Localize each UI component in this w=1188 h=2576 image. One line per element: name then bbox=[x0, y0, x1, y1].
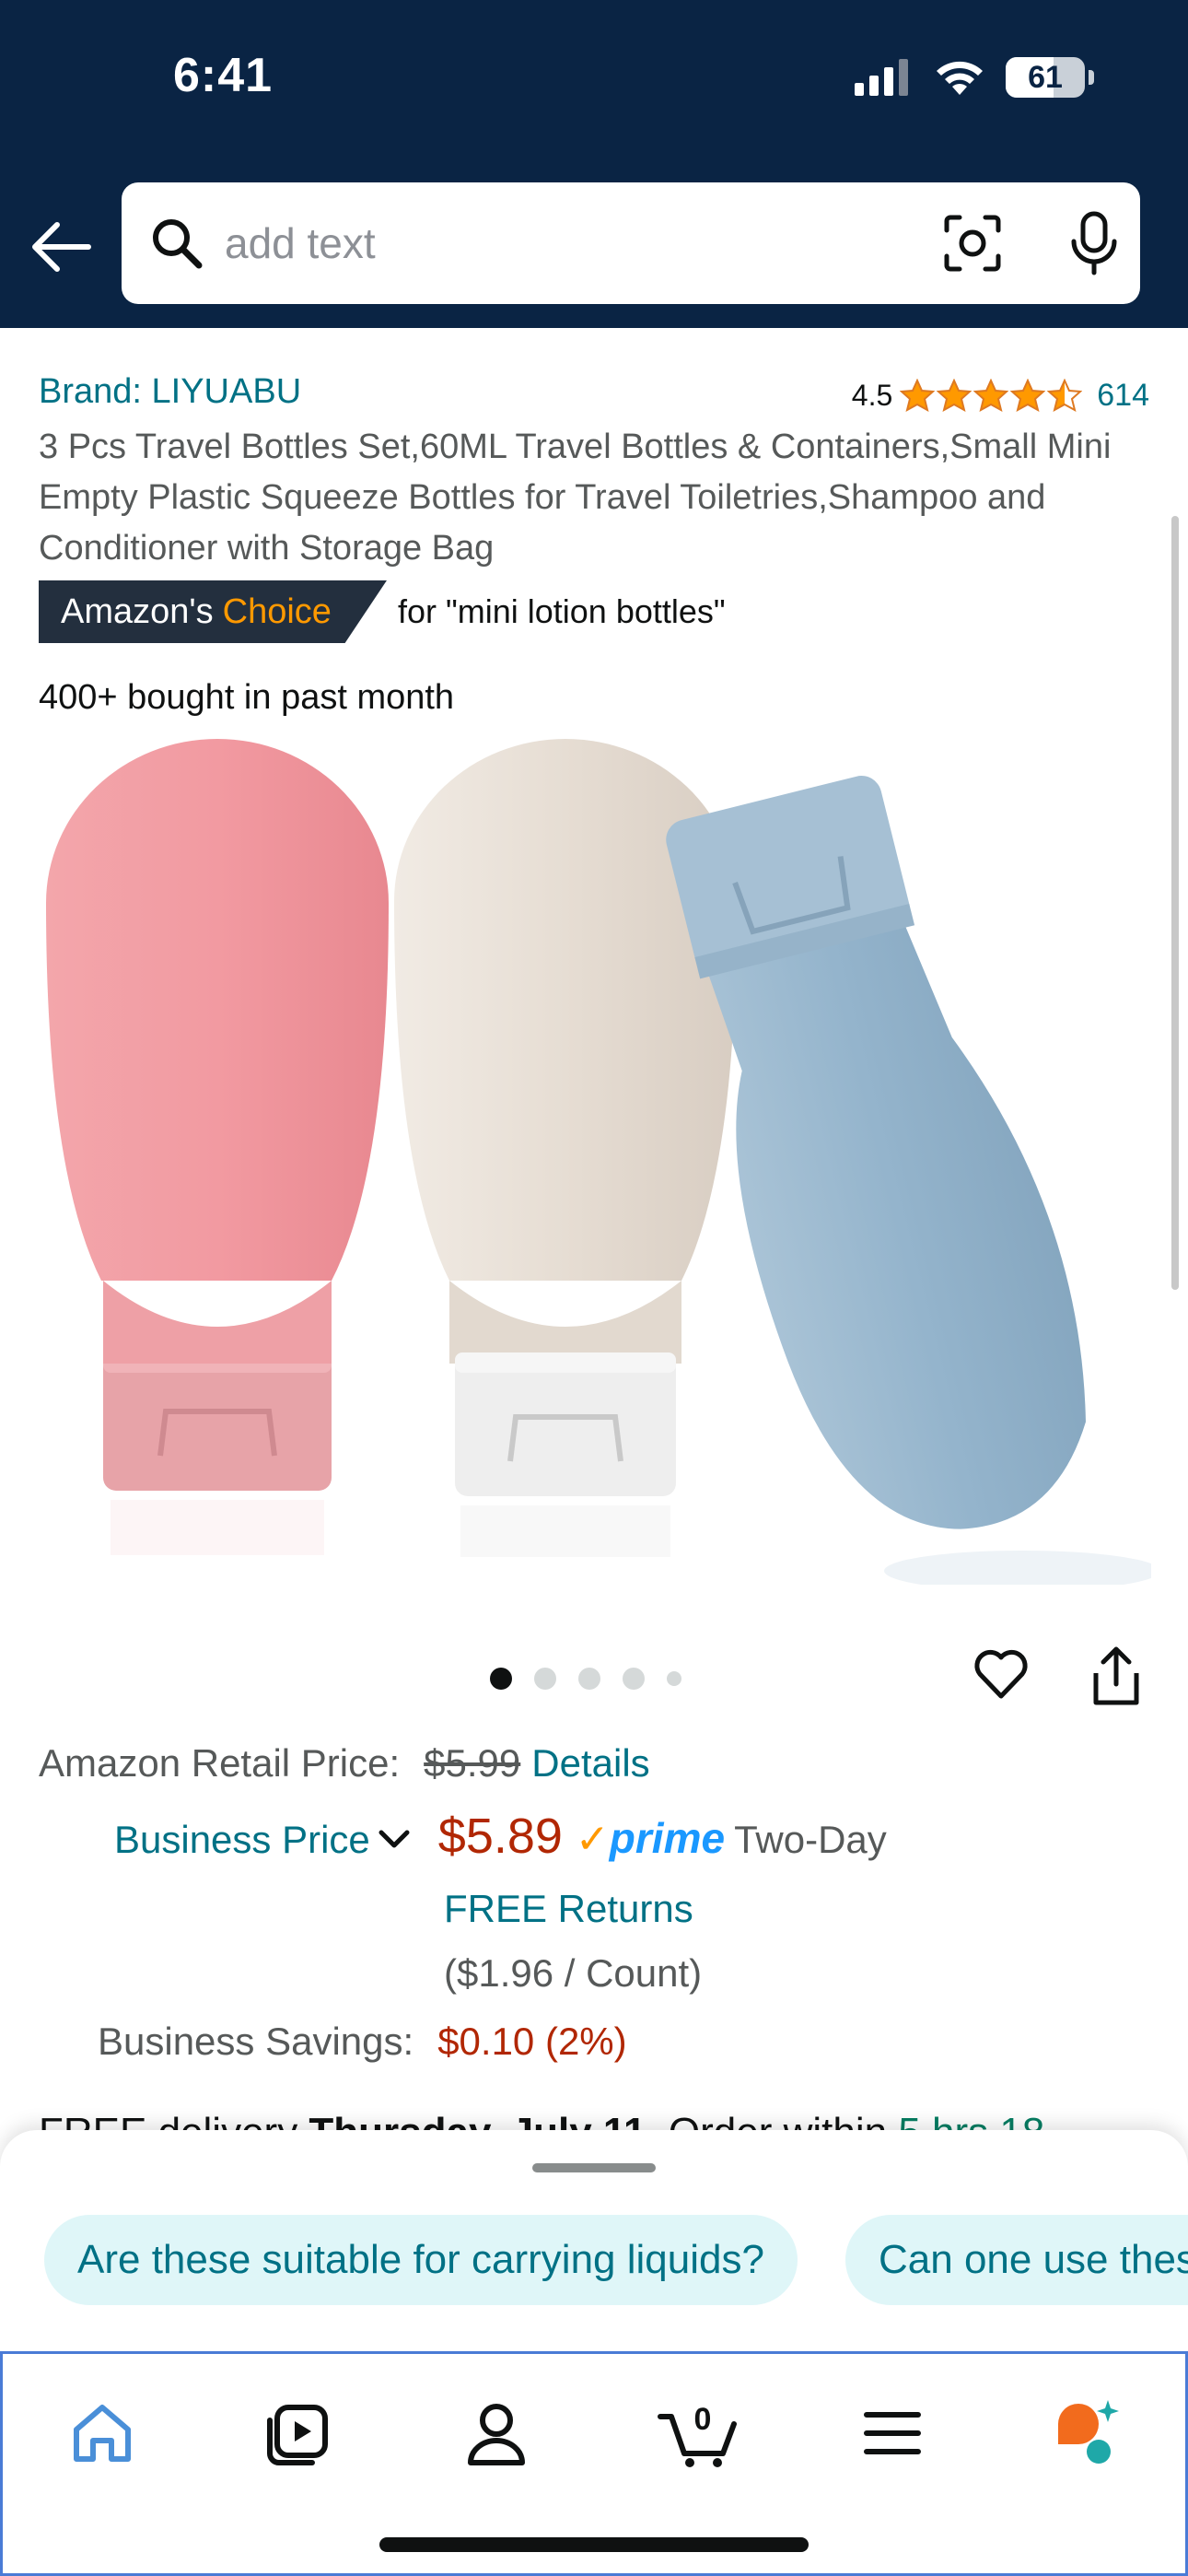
home-icon[interactable] bbox=[65, 2396, 139, 2470]
rating-count[interactable]: 614 bbox=[1097, 378, 1149, 414]
star-icon bbox=[973, 378, 1009, 412]
savings-value: $0.10 (2%) bbox=[437, 2020, 627, 2063]
battery-nub bbox=[1089, 70, 1094, 85]
header: 6:41 61 bbox=[0, 0, 1188, 328]
image-pagination[interactable] bbox=[490, 1668, 681, 1690]
star-icon bbox=[1010, 378, 1046, 412]
choice-word: Choice bbox=[222, 591, 332, 631]
retail-price-value: $5.99 bbox=[424, 1741, 521, 1785]
cart-count: 0 bbox=[694, 2402, 712, 2437]
pagination-dot[interactable] bbox=[667, 1671, 681, 1686]
heart-icon[interactable] bbox=[973, 1645, 1030, 1703]
suggestion-chip[interactable]: Can one use these bbox=[845, 2215, 1188, 2305]
signal-icon bbox=[855, 59, 908, 96]
pagination-dot[interactable] bbox=[578, 1668, 600, 1690]
back-arrow-icon[interactable] bbox=[28, 214, 94, 280]
two-day-label: Two-Day bbox=[734, 1818, 887, 1861]
star-icon bbox=[900, 378, 936, 412]
business-price-value: $5.89 bbox=[437, 1809, 563, 1864]
star-icon bbox=[1047, 378, 1083, 412]
product-image[interactable] bbox=[37, 737, 1151, 1585]
savings-row: Business Savings: $0.10 (2%) bbox=[98, 2020, 627, 2064]
menu-icon[interactable] bbox=[856, 2396, 929, 2470]
rufus-icon[interactable] bbox=[1051, 2396, 1124, 2470]
search-icon bbox=[153, 219, 203, 269]
amazons-choice-badge: Amazon's Choice for "mini lotion bottles… bbox=[39, 580, 726, 643]
search-bar[interactable] bbox=[122, 182, 1140, 304]
per-count-row: ($1.96 / Count) bbox=[444, 1951, 702, 1996]
suggestion-sheet: Are these suitable for carrying liquids?… bbox=[0, 2130, 1188, 2351]
cart-icon[interactable]: 0 bbox=[657, 2396, 740, 2470]
video-icon[interactable] bbox=[262, 2396, 336, 2470]
retail-price-row: Amazon Retail Price: $5.99 Details bbox=[39, 1741, 650, 1786]
pagination-dot[interactable] bbox=[623, 1668, 645, 1690]
camera-lens-icon[interactable] bbox=[941, 212, 1004, 275]
battery-icon: 61 bbox=[1006, 57, 1094, 98]
share-icon[interactable] bbox=[1087, 1645, 1146, 1708]
details-link[interactable]: Details bbox=[531, 1741, 649, 1786]
search-input[interactable] bbox=[225, 210, 1017, 276]
microphone-icon[interactable] bbox=[1061, 210, 1127, 276]
bought-count: 400+ bought in past month bbox=[39, 678, 455, 717]
product-title: 3 Pcs Travel Bottles Set,60ML Travel Bot… bbox=[39, 427, 1112, 568]
rating-value: 4.5 bbox=[851, 379, 893, 412]
retail-price-label: Amazon Retail Price: bbox=[39, 1741, 401, 1785]
blue-bottle bbox=[666, 776, 1086, 1529]
free-returns-row: FREE Returns bbox=[444, 1887, 693, 1931]
home-indicator bbox=[379, 2537, 809, 2552]
prime-check-icon: ✓ bbox=[575, 1817, 610, 1862]
suggestion-chip[interactable]: Are these suitable for carrying liquids? bbox=[44, 2215, 798, 2305]
pink-bottle bbox=[46, 739, 389, 1555]
choice-amazon-text: Amazon's bbox=[61, 591, 214, 631]
per-count-price: ($1.96 / Count) bbox=[444, 1951, 703, 1995]
wifi-icon bbox=[937, 61, 983, 95]
sheet-handle[interactable] bbox=[532, 2163, 656, 2172]
choice-box: Amazon's Choice bbox=[39, 580, 387, 643]
choice-keyword: for "mini lotion bottles" bbox=[397, 592, 726, 630]
business-price-row: Business Price $5.89 ✓ prime Two-Day bbox=[114, 1808, 887, 1865]
chevron-down-icon[interactable] bbox=[378, 1827, 411, 1853]
prime-logo: prime bbox=[609, 1814, 726, 1862]
scrollbar[interactable] bbox=[1171, 516, 1179, 1290]
brand-link[interactable]: Brand: LIYUABU bbox=[39, 372, 301, 412]
business-price-dropdown[interactable]: Business Price bbox=[114, 1818, 370, 1862]
account-icon[interactable] bbox=[460, 2396, 533, 2470]
star-rating bbox=[900, 378, 1083, 414]
savings-label: Business Savings: bbox=[98, 2020, 414, 2063]
rating-summary[interactable]: 4.5 614 bbox=[852, 378, 1149, 414]
battery-percent: 61 bbox=[1028, 60, 1063, 95]
pagination-dot[interactable] bbox=[534, 1668, 556, 1690]
status-time: 6:41 bbox=[173, 49, 274, 102]
status-icons: 61 bbox=[855, 57, 1094, 98]
star-icon bbox=[937, 378, 973, 412]
free-returns-link[interactable]: FREE Returns bbox=[444, 1887, 693, 1931]
pagination-dot[interactable] bbox=[490, 1668, 512, 1690]
